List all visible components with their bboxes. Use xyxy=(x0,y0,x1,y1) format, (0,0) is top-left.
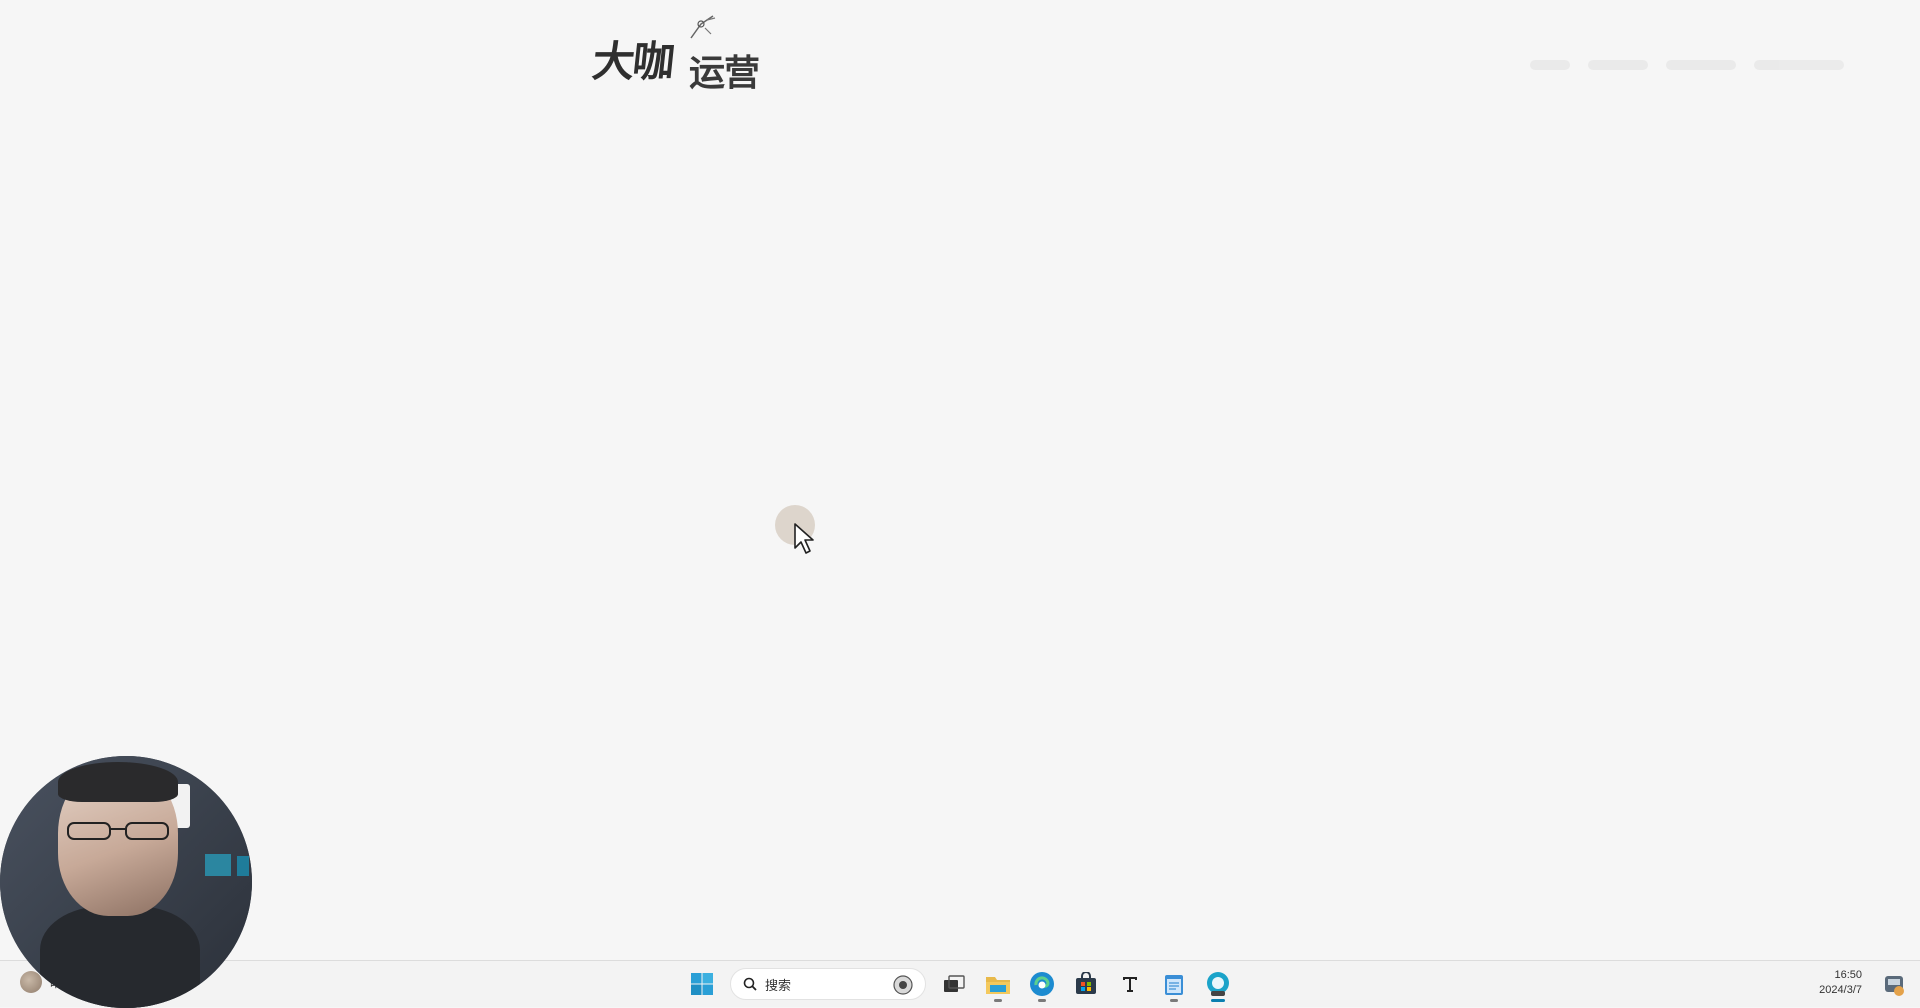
edge-icon xyxy=(1030,972,1054,996)
store-button[interactable] xyxy=(1067,965,1105,1003)
windows-icon xyxy=(691,973,713,995)
brand-text-sub: 运营 xyxy=(689,53,760,94)
faint-watermark xyxy=(1530,40,1880,90)
search-highlight-icon xyxy=(893,975,913,995)
file-explorer-button[interactable] xyxy=(979,965,1017,1003)
clock-date: 2024/3/7 xyxy=(1819,984,1862,996)
desktop: 大咖 运营 xyxy=(0,0,1920,960)
taskbar-apps: 搜索 xyxy=(680,965,1240,1003)
edge-button[interactable] xyxy=(1023,965,1061,1003)
recorder-button[interactable] xyxy=(1199,965,1237,1003)
brand-spark-icon xyxy=(690,15,716,39)
active-indicator xyxy=(1211,999,1225,1002)
task-view-icon xyxy=(944,975,965,992)
search-placeholder: 搜索 xyxy=(765,978,792,994)
folder-icon xyxy=(986,977,1010,994)
typora-button[interactable] xyxy=(1111,965,1149,1003)
notepad-icon xyxy=(1165,975,1183,995)
mouse-cursor-icon xyxy=(794,523,814,554)
start-button[interactable] xyxy=(683,965,721,1003)
taskbar-search[interactable]: 搜索 xyxy=(730,968,926,1000)
taskbar: 晴 搜索 xyxy=(0,960,1920,1007)
task-view-button[interactable] xyxy=(935,965,973,1003)
clock-time: 16:50 xyxy=(1834,969,1862,981)
notepad-button[interactable] xyxy=(1155,965,1193,1003)
brand-text-main: 大咖 xyxy=(590,37,676,86)
running-indicator xyxy=(994,999,1002,1002)
store-icon xyxy=(1076,972,1096,994)
system-clock[interactable]: 16:50 2024/3/7 xyxy=(1819,968,1862,998)
brand-watermark: 大咖 运营 xyxy=(590,15,773,94)
notification-icon[interactable] xyxy=(1882,973,1906,997)
webcam-overlay xyxy=(0,756,252,1008)
running-indicator xyxy=(1038,999,1046,1002)
recorder-icon xyxy=(1207,972,1229,996)
search-icon xyxy=(743,977,757,991)
typora-icon xyxy=(1123,977,1137,992)
running-indicator xyxy=(1170,999,1178,1002)
